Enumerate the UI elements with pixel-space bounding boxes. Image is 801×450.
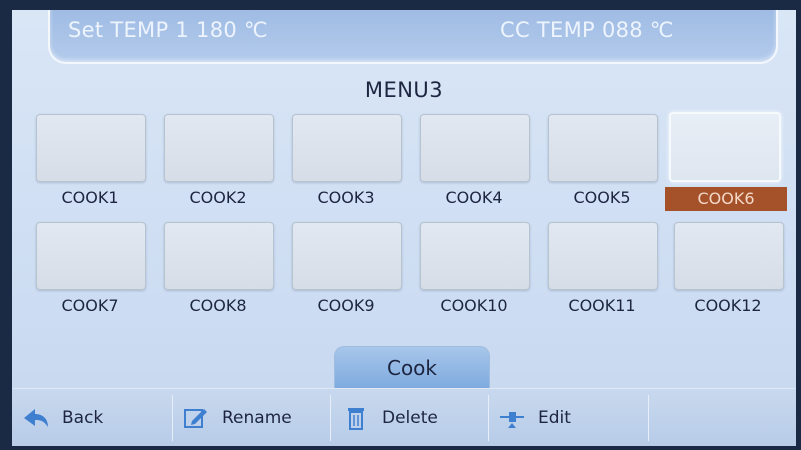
toolbar-divider	[488, 395, 489, 441]
cook-tile-7[interactable]	[36, 222, 146, 290]
cc-temp-readout: CC TEMP 088 ℃	[500, 18, 674, 42]
cook-label-8: COOK8	[189, 296, 247, 315]
trash-icon	[342, 406, 370, 430]
edit-button[interactable]: Edit	[498, 401, 571, 435]
cook-tile-6[interactable]	[669, 112, 781, 182]
rename-button[interactable]: Rename	[182, 401, 292, 435]
cook-tile-3[interactable]	[292, 114, 402, 182]
delete-button[interactable]: Delete	[342, 401, 438, 435]
menu-title: MENU3	[364, 78, 444, 102]
cook-label-2: COOK2	[189, 188, 247, 207]
bottom-toolbar: Back Rename Delete Edit	[12, 388, 796, 446]
cook-label-1: COOK1	[61, 188, 119, 207]
toolbar-divider	[172, 395, 173, 441]
back-label: Back	[62, 408, 104, 428]
cook-tab[interactable]: Cook	[334, 346, 490, 389]
cook-tile-5[interactable]	[548, 114, 658, 182]
touch-screen: Set TEMP 1 180 ℃ CC TEMP 088 ℃ MENU3 COO…	[12, 10, 796, 446]
back-button[interactable]: Back	[22, 401, 103, 435]
toolbar-divider	[330, 395, 331, 441]
delete-label: Delete	[382, 408, 438, 428]
rename-pencil-icon	[182, 406, 210, 430]
cook-label-9: COOK9	[317, 296, 375, 315]
cook-tile-8[interactable]	[164, 222, 274, 290]
cook-tile-11[interactable]	[548, 222, 658, 290]
edit-slider-icon	[498, 406, 526, 430]
cook-tile-4[interactable]	[420, 114, 530, 182]
cook-label-5: COOK5	[573, 188, 631, 207]
set-temp-readout: Set TEMP 1 180 ℃	[68, 18, 268, 42]
cook-label-6: COOK6	[665, 187, 787, 211]
cook-label-4: COOK4	[445, 188, 503, 207]
cook-tile-10[interactable]	[420, 222, 530, 290]
rename-label: Rename	[222, 408, 292, 428]
cook-tile-9[interactable]	[292, 222, 402, 290]
cook-label-3: COOK3	[317, 188, 375, 207]
cook-label-11: COOK11	[568, 296, 636, 315]
toolbar-divider	[648, 395, 649, 441]
cook-label-10: COOK10	[440, 296, 508, 315]
cook-tile-2[interactable]	[164, 114, 274, 182]
temperature-header: Set TEMP 1 180 ℃ CC TEMP 088 ℃	[48, 10, 778, 64]
back-arrow-icon	[22, 406, 50, 430]
cook-label-7: COOK7	[61, 296, 119, 315]
cook-tile-1[interactable]	[36, 114, 146, 182]
edit-label: Edit	[538, 408, 571, 428]
cook-label-12: COOK12	[694, 296, 762, 315]
cook-tile-12[interactable]	[674, 222, 784, 290]
